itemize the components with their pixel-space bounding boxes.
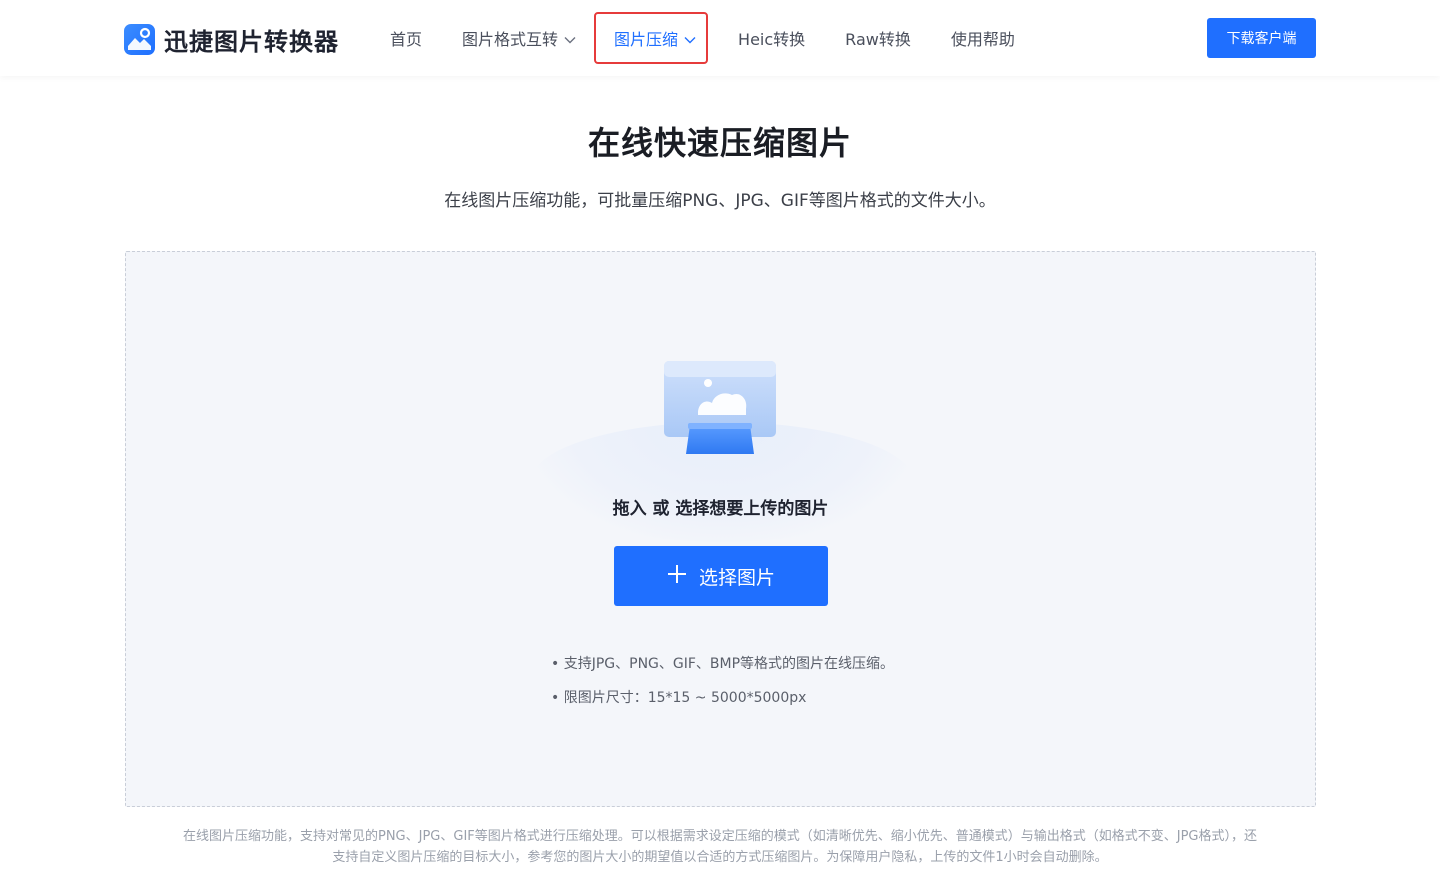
plus-icon [667,564,687,589]
nav-item-label: 图片压缩 [614,30,679,49]
page-title: 在线快速压缩图片 [587,124,852,162]
nav-item-label: 首页 [390,30,423,49]
nav-item-raw[interactable]: Raw转换 [845,26,911,50]
main-nav: 首页 图片格式互转 图片压缩 Heic转换 Raw转换 使用帮助 [390,0,1055,76]
size-tip: • 限图片尺寸：15*15 ~ 5000*5000px [551,690,807,706]
nav-item-label: Raw转换 [845,30,911,49]
logo-text: 迅捷图片转换器 [164,28,339,56]
chevron-down-icon [684,29,696,48]
drop-instruction: 拖入 或 选择想要上传的图片 [612,499,829,519]
nav-item-label: 图片格式互转 [462,30,559,49]
nav-item-heic[interactable]: Heic转换 [738,26,805,50]
logo[interactable]: 迅捷图片转换器 [124,22,339,57]
top-header: 迅捷图片转换器 首页 图片格式互转 图片压缩 Heic转换 Raw转换 使用帮助… [0,0,1440,76]
image-upload-illustration [662,359,778,463]
format-tip: • 支持JPG、PNG、GIF、BMP等格式的图片在线压缩。 [551,656,895,672]
logo-icon [124,24,155,55]
nav-item-format-convert[interactable]: 图片格式互转 [462,26,576,50]
feature-description: 在线图片压缩功能，支持对常见的PNG、JPG、GIF等图片格式进行压缩处理。可以… [182,829,1258,865]
page-subtitle: 在线图片压缩功能，可批量压缩PNG、JPG、GIF等图片格式的文件大小。 [444,191,996,211]
upload-dropzone[interactable]: 拖入 或 选择想要上传的图片 选择图片 • 支持JPG、PNG、GIF、BMP等… [125,251,1316,807]
select-image-button[interactable]: 选择图片 [614,546,828,606]
nav-item-label: Heic转换 [738,30,806,49]
nav-item-label: 使用帮助 [950,30,1015,49]
nav-item-compress[interactable]: 图片压缩 [594,12,709,64]
chevron-down-icon [564,29,576,48]
download-client-button[interactable]: 下载客户端 [1207,18,1316,58]
nav-item-help[interactable]: 使用帮助 [951,26,1015,50]
select-image-label: 选择图片 [698,566,775,589]
nav-item-home[interactable]: 首页 [390,26,422,50]
